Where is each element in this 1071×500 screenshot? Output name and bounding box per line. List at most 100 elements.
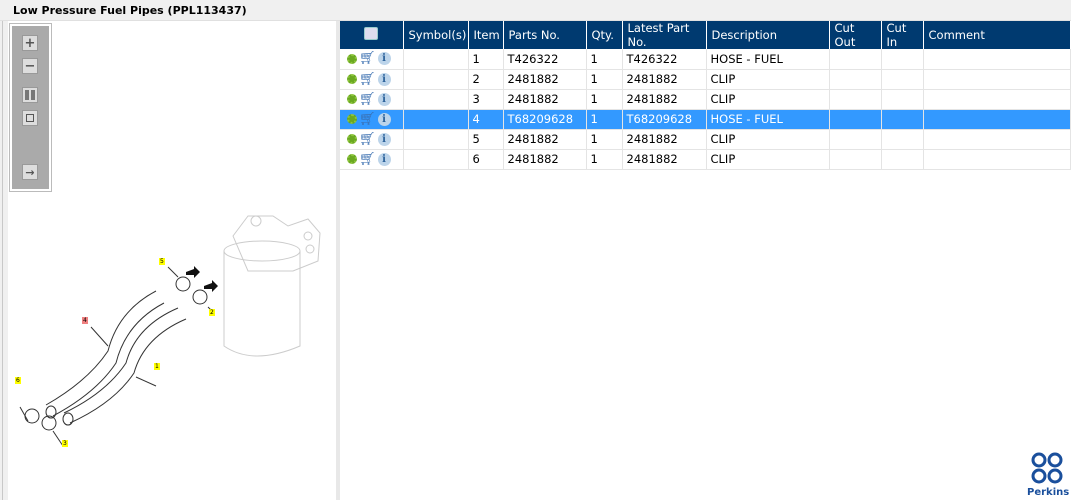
cell-item: 6 [468, 149, 504, 170]
col-symbols[interactable]: Symbol(s) [403, 21, 469, 49]
col-latest-part-no[interactable]: Latest Part No. [622, 21, 707, 49]
row-actions: 🛒︎ i [340, 109, 404, 130]
cell-description: HOSE - FUEL [706, 49, 830, 70]
table-row[interactable]: 🛒︎ i 1 T426322 1 T426322 HOSE - FUEL [340, 49, 1071, 70]
info-icon[interactable]: i [377, 72, 391, 86]
diagram-viewer[interactable]: 5 2 4 1 6 3 [8, 21, 336, 500]
col-item[interactable]: Item [468, 21, 504, 49]
col-cut-out[interactable]: Cut Out [829, 21, 882, 49]
gear-icon[interactable] [347, 114, 357, 124]
gear-icon[interactable] [347, 53, 357, 64]
cell-symbols [403, 69, 469, 90]
cell-cut-out [829, 149, 882, 170]
row-actions: 🛒︎ i [340, 149, 404, 170]
cell-symbols [403, 49, 469, 70]
cell-symbols [403, 149, 469, 170]
search-column-header[interactable] [340, 21, 404, 49]
cart-icon[interactable]: 🛒︎ [359, 112, 376, 127]
cart-icon[interactable]: 🛒︎ [359, 152, 376, 167]
cell-cut-in [881, 89, 924, 110]
col-comment[interactable]: Comment [923, 21, 1071, 49]
cell-description: CLIP [706, 89, 830, 110]
cart-icon[interactable]: 🛒︎ [359, 72, 376, 87]
table-row[interactable]: 🛒︎ i 4 T68209628 1 T68209628 HOSE - FUEL [340, 109, 1071, 130]
cell-symbols [403, 89, 469, 110]
search-icon [364, 27, 379, 40]
brand-name: Perkins [1027, 487, 1070, 498]
zoom-out-button[interactable]: − [22, 58, 38, 74]
cart-icon[interactable]: 🛒︎ [359, 51, 376, 66]
page-title: Low Pressure Fuel Pipes (PPL113437) [0, 0, 1071, 21]
zoom-in-button[interactable]: + [22, 35, 38, 51]
callout-3[interactable]: 3 [62, 440, 68, 447]
col-qty[interactable]: Qty. [586, 21, 623, 49]
cell-cut-in [881, 109, 924, 130]
cell-latest-part-no: 2481882 [622, 69, 707, 90]
table-row[interactable]: 🛒︎ i 2 2481882 1 2481882 CLIP [340, 69, 1071, 90]
cell-comment [923, 69, 1071, 90]
col-cut-in[interactable]: Cut In [881, 21, 924, 49]
cell-qty: 1 [586, 89, 623, 110]
gear-icon[interactable] [347, 134, 357, 144]
fit-window-button[interactable] [22, 110, 38, 126]
cell-qty: 1 [586, 149, 623, 170]
gear-icon[interactable] [347, 154, 357, 164]
callout-1[interactable]: 1 [154, 363, 160, 370]
cell-comment [923, 149, 1071, 170]
cell-cut-out [829, 109, 882, 130]
table-row[interactable]: 🛒︎ i 5 2481882 1 2481882 CLIP [340, 129, 1071, 150]
callout-4[interactable]: 4 [82, 317, 88, 324]
cell-qty: 1 [586, 49, 623, 70]
export-button[interactable]: → [22, 164, 38, 180]
cell-latest-part-no: 2481882 [622, 129, 707, 150]
fit-all-button[interactable] [22, 87, 38, 103]
perkins-emblem-icon [1031, 452, 1063, 484]
info-icon[interactable]: i [377, 52, 391, 66]
col-description[interactable]: Description [706, 21, 830, 49]
cell-description: CLIP [706, 69, 830, 90]
cell-parts-no: T426322 [503, 49, 587, 70]
cell-cut-out [829, 49, 882, 70]
row-actions: 🛒︎ i [340, 129, 404, 150]
diagram-toolbar: + − → [9, 23, 52, 192]
cart-icon[interactable]: 🛒︎ [359, 132, 376, 147]
cell-latest-part-no: 2481882 [622, 149, 707, 170]
cell-parts-no: 2481882 [503, 69, 587, 90]
info-icon[interactable]: i [377, 152, 391, 166]
cell-cut-out [829, 129, 882, 150]
exploded-diagram [19, 215, 321, 447]
cell-parts-no: 2481882 [503, 89, 587, 110]
cell-item: 4 [468, 109, 504, 130]
table-row[interactable]: 🛒︎ i 3 2481882 1 2481882 CLIP [340, 89, 1071, 110]
cell-latest-part-no: T68209628 [622, 109, 707, 130]
table-row[interactable]: 🛒︎ i 6 2481882 1 2481882 CLIP [340, 149, 1071, 170]
window-edge [0, 0, 3, 500]
row-actions: 🛒︎ i [340, 89, 404, 110]
perkins-logo: Perkins [1027, 452, 1070, 498]
cart-icon[interactable]: 🛒︎ [359, 92, 376, 107]
cell-parts-no: 2481882 [503, 149, 587, 170]
callout-2[interactable]: 2 [209, 309, 215, 316]
grid-icon [25, 90, 35, 100]
info-icon[interactable]: i [377, 92, 391, 106]
cell-cut-out [829, 69, 882, 90]
cell-cut-in [881, 129, 924, 150]
info-icon[interactable]: i [377, 112, 391, 126]
cell-parts-no: T68209628 [503, 109, 587, 130]
cell-comment [923, 129, 1071, 150]
gear-icon[interactable] [347, 94, 357, 104]
cell-description: CLIP [706, 129, 830, 150]
cell-cut-in [881, 149, 924, 170]
info-icon[interactable]: i [377, 132, 391, 146]
cell-qty: 1 [586, 69, 623, 90]
callout-5[interactable]: 5 [159, 258, 165, 265]
cell-item: 3 [468, 89, 504, 110]
cell-qty: 1 [586, 129, 623, 150]
col-parts-no[interactable]: Parts No. [503, 21, 587, 49]
callout-6[interactable]: 6 [15, 377, 21, 384]
table-header: Symbol(s) Item Parts No. Qty. Latest Par… [340, 21, 1071, 49]
gear-icon[interactable] [347, 74, 357, 84]
cell-comment [923, 49, 1071, 70]
cell-parts-no: 2481882 [503, 129, 587, 150]
cell-symbols [403, 129, 469, 150]
